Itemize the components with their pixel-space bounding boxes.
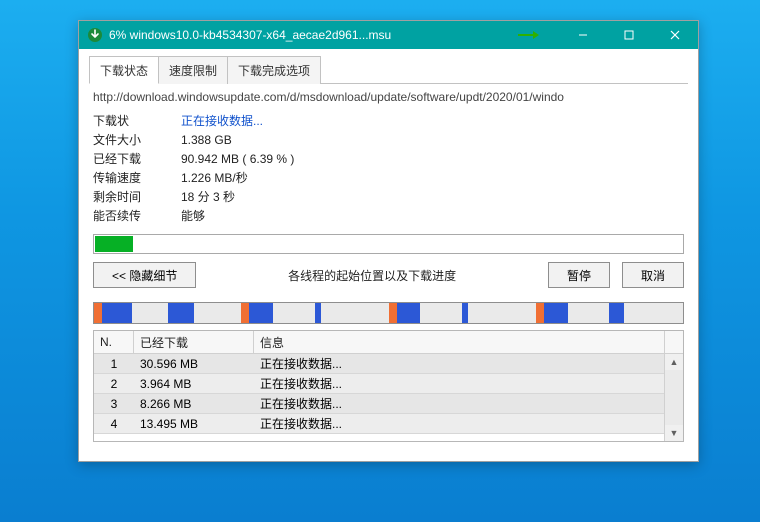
- cell-downloaded: 13.495 MB: [134, 417, 254, 431]
- cell-n: 3: [94, 397, 134, 411]
- value-resume: 能够: [181, 207, 684, 226]
- chunk-start-marker: [241, 303, 249, 323]
- label-status: 下载状: [93, 112, 181, 131]
- download-window: 6% windows10.0-kb4534307-x64_aecae2d961.…: [78, 20, 699, 462]
- scroll-track[interactable]: [665, 370, 683, 425]
- speed-arrow-icon: [518, 30, 540, 40]
- chunk-start-marker: [94, 303, 102, 323]
- titlebar[interactable]: 6% windows10.0-kb4534307-x64_aecae2d961.…: [79, 21, 698, 49]
- cell-n: 1: [94, 357, 134, 371]
- table-rows: 130.596 MB正在接收数据...23.964 MB正在接收数据...38.…: [94, 354, 664, 441]
- cancel-button[interactable]: 取消: [622, 262, 684, 288]
- download-url: http://download.windowsupdate.com/d/msdo…: [93, 90, 684, 104]
- close-button[interactable]: [652, 21, 698, 49]
- chunk-downloaded: [544, 303, 568, 323]
- table-row[interactable]: 413.495 MB正在接收数据...: [94, 414, 664, 434]
- col-n[interactable]: N.: [94, 331, 134, 353]
- chunk-downloaded: [609, 303, 624, 323]
- cell-info: 正在接收数据...: [254, 395, 664, 412]
- chunk-downloaded: [102, 303, 131, 323]
- chunk-start-marker: [389, 303, 397, 323]
- app-icon: [87, 27, 103, 43]
- value-status: 正在接收数据...: [181, 112, 684, 131]
- chunk-downloaded: [168, 303, 195, 323]
- desktop: 6% windows10.0-kb4534307-x64_aecae2d961.…: [0, 0, 760, 522]
- tab-speed-limit[interactable]: 速度限制: [158, 56, 228, 84]
- info-rows: 下载状正在接收数据... 文件大小1.388 GB 已经下载90.942 MB …: [93, 112, 684, 226]
- chunk-downloaded: [315, 303, 321, 323]
- label-downloaded: 已经下载: [93, 150, 181, 169]
- table-row[interactable]: 130.596 MB正在接收数据...: [94, 354, 664, 374]
- pause-button[interactable]: 暂停: [548, 262, 610, 288]
- cell-n: 2: [94, 377, 134, 391]
- threads-label: 各线程的起始位置以及下载进度: [196, 267, 548, 284]
- chunk-start-marker: [536, 303, 544, 323]
- tabs: 下载状态 速度限制 下载完成选项: [89, 55, 688, 84]
- content-panel: http://download.windowsupdate.com/d/msdo…: [93, 90, 684, 226]
- progressbar: [93, 234, 684, 254]
- scroll-up-icon[interactable]: ▲: [670, 354, 679, 370]
- label-speed: 传输速度: [93, 169, 181, 188]
- value-speed: 1.226 MB/秒: [181, 169, 684, 188]
- tab-complete-options[interactable]: 下载完成选项: [227, 56, 321, 84]
- cell-n: 4: [94, 417, 134, 431]
- value-eta: 18 分 3 秒: [181, 188, 684, 207]
- chunk-bar: [93, 302, 684, 324]
- cell-info: 正在接收数据...: [254, 355, 664, 372]
- hide-details-button[interactable]: << 隐藏细节: [93, 262, 196, 288]
- chunk-downloaded: [397, 303, 421, 323]
- maximize-button[interactable]: [606, 21, 652, 49]
- cell-info: 正在接收数据...: [254, 375, 664, 392]
- table-header: N. 已经下载 信息: [94, 331, 683, 354]
- threads-table: N. 已经下载 信息 130.596 MB正在接收数据...23.964 MB正…: [93, 330, 684, 442]
- cell-downloaded: 30.596 MB: [134, 357, 254, 371]
- value-downloaded: 90.942 MB ( 6.39 % ): [181, 150, 684, 169]
- cell-downloaded: 8.266 MB: [134, 397, 254, 411]
- value-size: 1.388 GB: [181, 131, 684, 150]
- scroll-down-icon[interactable]: ▼: [670, 425, 679, 441]
- table-scrollbar[interactable]: ▲ ▼: [664, 354, 683, 441]
- label-size: 文件大小: [93, 131, 181, 150]
- label-resume: 能否续传: [93, 207, 181, 226]
- chunk-downloaded: [249, 303, 273, 323]
- button-row: << 隐藏细节 各线程的起始位置以及下载进度 暂停 取消: [93, 262, 684, 288]
- label-eta: 剩余时间: [93, 188, 181, 207]
- tab-status[interactable]: 下载状态: [89, 56, 159, 84]
- progress-fill: [95, 236, 133, 252]
- col-info[interactable]: 信息: [254, 331, 665, 353]
- cell-info: 正在接收数据...: [254, 415, 664, 432]
- chunk-downloaded: [462, 303, 468, 323]
- table-row[interactable]: 23.964 MB正在接收数据...: [94, 374, 664, 394]
- minimize-button[interactable]: [560, 21, 606, 49]
- cell-downloaded: 3.964 MB: [134, 377, 254, 391]
- table-row[interactable]: 38.266 MB正在接收数据...: [94, 394, 664, 414]
- col-downloaded[interactable]: 已经下载: [134, 331, 254, 353]
- window-title: 6% windows10.0-kb4534307-x64_aecae2d961.…: [109, 28, 391, 42]
